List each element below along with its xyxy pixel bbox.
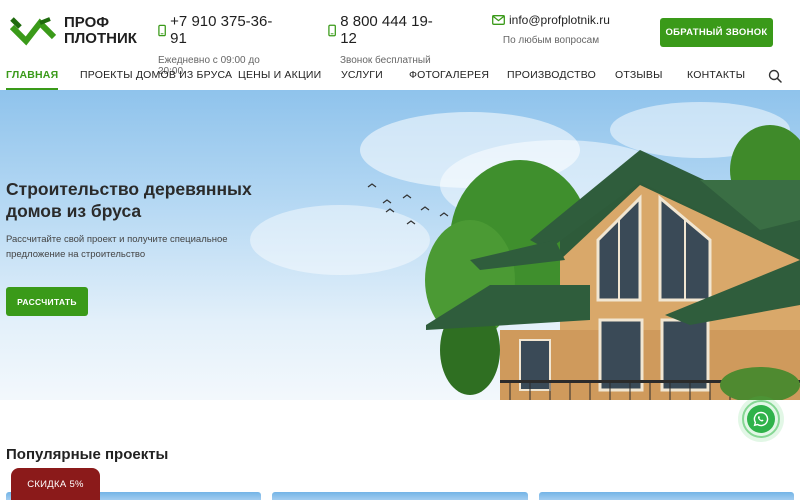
project-card-3[interactable]: [539, 492, 794, 500]
callback-button[interactable]: ОБРАТНЫЙ ЗВОНОК: [660, 18, 773, 47]
phone-contact-2: 8 800 444 19-12 Звонок бесплатный: [328, 13, 440, 66]
logo-line2: ПЛОТНИК: [64, 30, 137, 47]
phone-icon: [158, 24, 166, 36]
nav-item-production[interactable]: ПРОИЗВОДСТВО: [507, 69, 596, 81]
email-address[interactable]: info@profplotnik.ru: [509, 13, 610, 27]
phone-icon: [328, 24, 336, 36]
nav-item-services[interactable]: УСЛУГИ: [341, 69, 383, 81]
email-line[interactable]: info@profplotnik.ru: [492, 13, 610, 27]
nav-item-reviews[interactable]: ОТЗЫВЫ: [615, 69, 663, 81]
logo-text: ПРОФ ПЛОТНИК: [64, 15, 137, 47]
nav-item-home[interactable]: ГЛАВНАЯ: [6, 69, 59, 90]
logo[interactable]: ПРОФ ПЛОТНИК: [10, 15, 137, 47]
whatsapp-ring: [742, 400, 780, 438]
popular-projects-title: Популярные проекты: [6, 446, 169, 463]
nav-item-projects[interactable]: ПРОЕКТЫ ДОМОВ ИЗ БРУСА: [80, 69, 232, 81]
project-card-2[interactable]: [272, 492, 528, 500]
mail-icon: [492, 15, 505, 25]
whatsapp-icon: [747, 405, 775, 433]
whatsapp-button[interactable]: [738, 396, 784, 442]
hero-subtitle: Рассчитайте свой проект и получите специ…: [6, 234, 228, 260]
logo-icon: [10, 17, 56, 46]
hero-title: Строительство деревянных домов из бруса: [6, 179, 252, 221]
main-nav: ГЛАВНАЯ ПРОЕКТЫ ДОМОВ ИЗ БРУСА ЦЕНЫ И АК…: [0, 62, 800, 90]
phone-1-line[interactable]: +7 910 375-36-91: [158, 13, 278, 47]
site-header: ПРОФ ПЛОТНИК +7 910 375-36-91 Ежедневно …: [0, 0, 800, 77]
calculate-button[interactable]: РАССЧИТАТЬ: [6, 287, 88, 316]
nav-item-prices[interactable]: ЦЕНЫ И АКЦИИ: [238, 69, 321, 81]
search-icon[interactable]: [768, 69, 782, 83]
email-note: По любым вопросам: [502, 35, 600, 46]
email-contact: info@profplotnik.ru По любым вопросам: [492, 13, 610, 46]
nav-item-contacts[interactable]: КОНТАКТЫ: [687, 69, 745, 81]
discount-tab[interactable]: СКИДКА 5%: [11, 468, 100, 500]
phone-2-line[interactable]: 8 800 444 19-12: [328, 13, 440, 47]
phone-2-number[interactable]: 8 800 444 19-12: [340, 13, 440, 47]
nav-item-gallery[interactable]: ФОТОГАЛЕРЕЯ: [409, 69, 489, 81]
hero-banner: Строительство деревянных домов из бруса …: [0, 90, 800, 400]
logo-line1: ПРОФ: [64, 14, 110, 31]
phone-1-number[interactable]: +7 910 375-36-91: [170, 13, 278, 47]
